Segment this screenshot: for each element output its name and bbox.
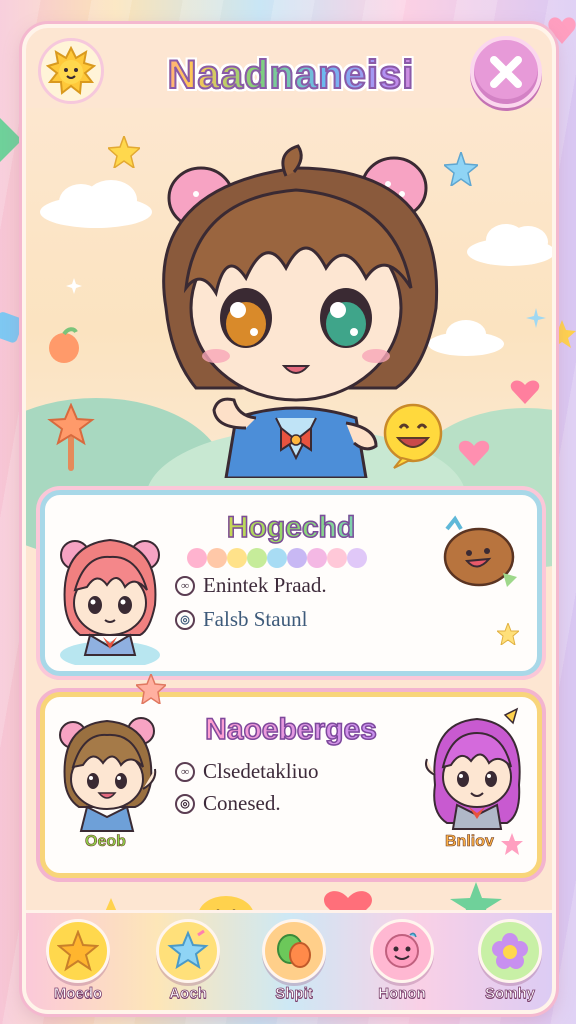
info-icon: ◎ (175, 793, 195, 814)
triangle-decoration-icon (0, 118, 22, 162)
game-title: Naadnaneisi (126, 46, 456, 104)
header: Naadnaneisi (26, 28, 552, 124)
card-top-row-1-text: Enintek Praad. (203, 573, 327, 597)
sun-mascot-icon (46, 46, 96, 95)
left-avatar-badge: Oeob (85, 833, 126, 851)
star-icon (501, 833, 523, 855)
bottom-nav: Moedo Aoch Shpit Honon Somhy (26, 910, 552, 1010)
card-bottom-row-2: ◎ Conesed. (175, 791, 281, 816)
card-top-row-2-text: Falsb Staunl (203, 607, 308, 631)
peach-icon (49, 327, 79, 363)
game-panel: Naadnaneisi Hogechd ∞ Enintek Praad. ◎ F… (22, 24, 556, 1014)
nav-label: Honon (378, 985, 426, 1003)
card-top-row-1: ∞ Enintek Praad. (175, 573, 327, 598)
cloud-icon (467, 224, 552, 266)
sparkle-star-icon (167, 929, 209, 970)
sparkle-icon (66, 278, 82, 294)
smiley-icon (385, 932, 419, 968)
nav-item-honon[interactable]: Honon (354, 919, 450, 1010)
sparkle-icon (526, 308, 546, 328)
leaf-icon (277, 934, 311, 968)
nav-item-shpit[interactable]: Shpit (246, 919, 342, 1010)
bubble-decoration (187, 548, 367, 568)
hero-scene (26, 108, 552, 568)
nav-icon-circle (156, 919, 220, 983)
close-button[interactable] (470, 36, 542, 108)
nav-label: Shpit (275, 985, 313, 1003)
square-decoration-icon (0, 312, 23, 343)
profile-card-top[interactable]: Hogechd ∞ Enintek Praad. ◎ Falsb Staunl (40, 490, 542, 676)
nav-label: Aoch (169, 985, 207, 1003)
sun-mascot-button[interactable] (38, 38, 104, 104)
pink-hair-avatar (60, 538, 160, 665)
profile-card-bottom[interactable]: Naoeberges ∞ Clsedetakliuo ◎ Conesed. Oe… (40, 692, 542, 878)
star-icon (497, 623, 519, 645)
card-bottom-row-2-text: Conesed. (203, 791, 281, 815)
heart-icon (510, 380, 540, 404)
card-bottom-row-1-text: Clsedetakliuo (203, 759, 319, 783)
nav-item-somhy[interactable]: Somhy (462, 919, 552, 1010)
brown-cookie-mascot-icon (443, 515, 517, 587)
star-icon (136, 674, 166, 704)
card-top-row-2: ◎ Falsb Staunl (175, 607, 307, 632)
nav-label: Somhy (484, 985, 536, 1003)
star-wand-icon (47, 403, 95, 471)
flower-icon (492, 933, 528, 969)
link-icon: ∞ (175, 575, 195, 596)
nav-item-moedo[interactable]: Moedo (30, 919, 126, 1010)
laughing-emoji-icon (383, 403, 443, 469)
nav-icon-circle (262, 919, 326, 983)
link-icon: ∞ (175, 761, 195, 782)
nav-item-aoch[interactable]: Aoch (140, 919, 236, 1010)
close-icon (490, 56, 522, 88)
card-bottom-row-1: ∞ Clsedetakliuo (175, 759, 318, 784)
nav-icon-circle (370, 919, 434, 983)
nav-label: Moedo (53, 985, 103, 1003)
purple-hair-avatar (425, 707, 521, 830)
right-avatar-badge: Bnliov (445, 833, 494, 851)
nav-icon-circle (46, 919, 110, 983)
info-icon: ◎ (175, 609, 195, 630)
nav-icon-circle (478, 919, 542, 983)
star-icon (57, 930, 99, 972)
